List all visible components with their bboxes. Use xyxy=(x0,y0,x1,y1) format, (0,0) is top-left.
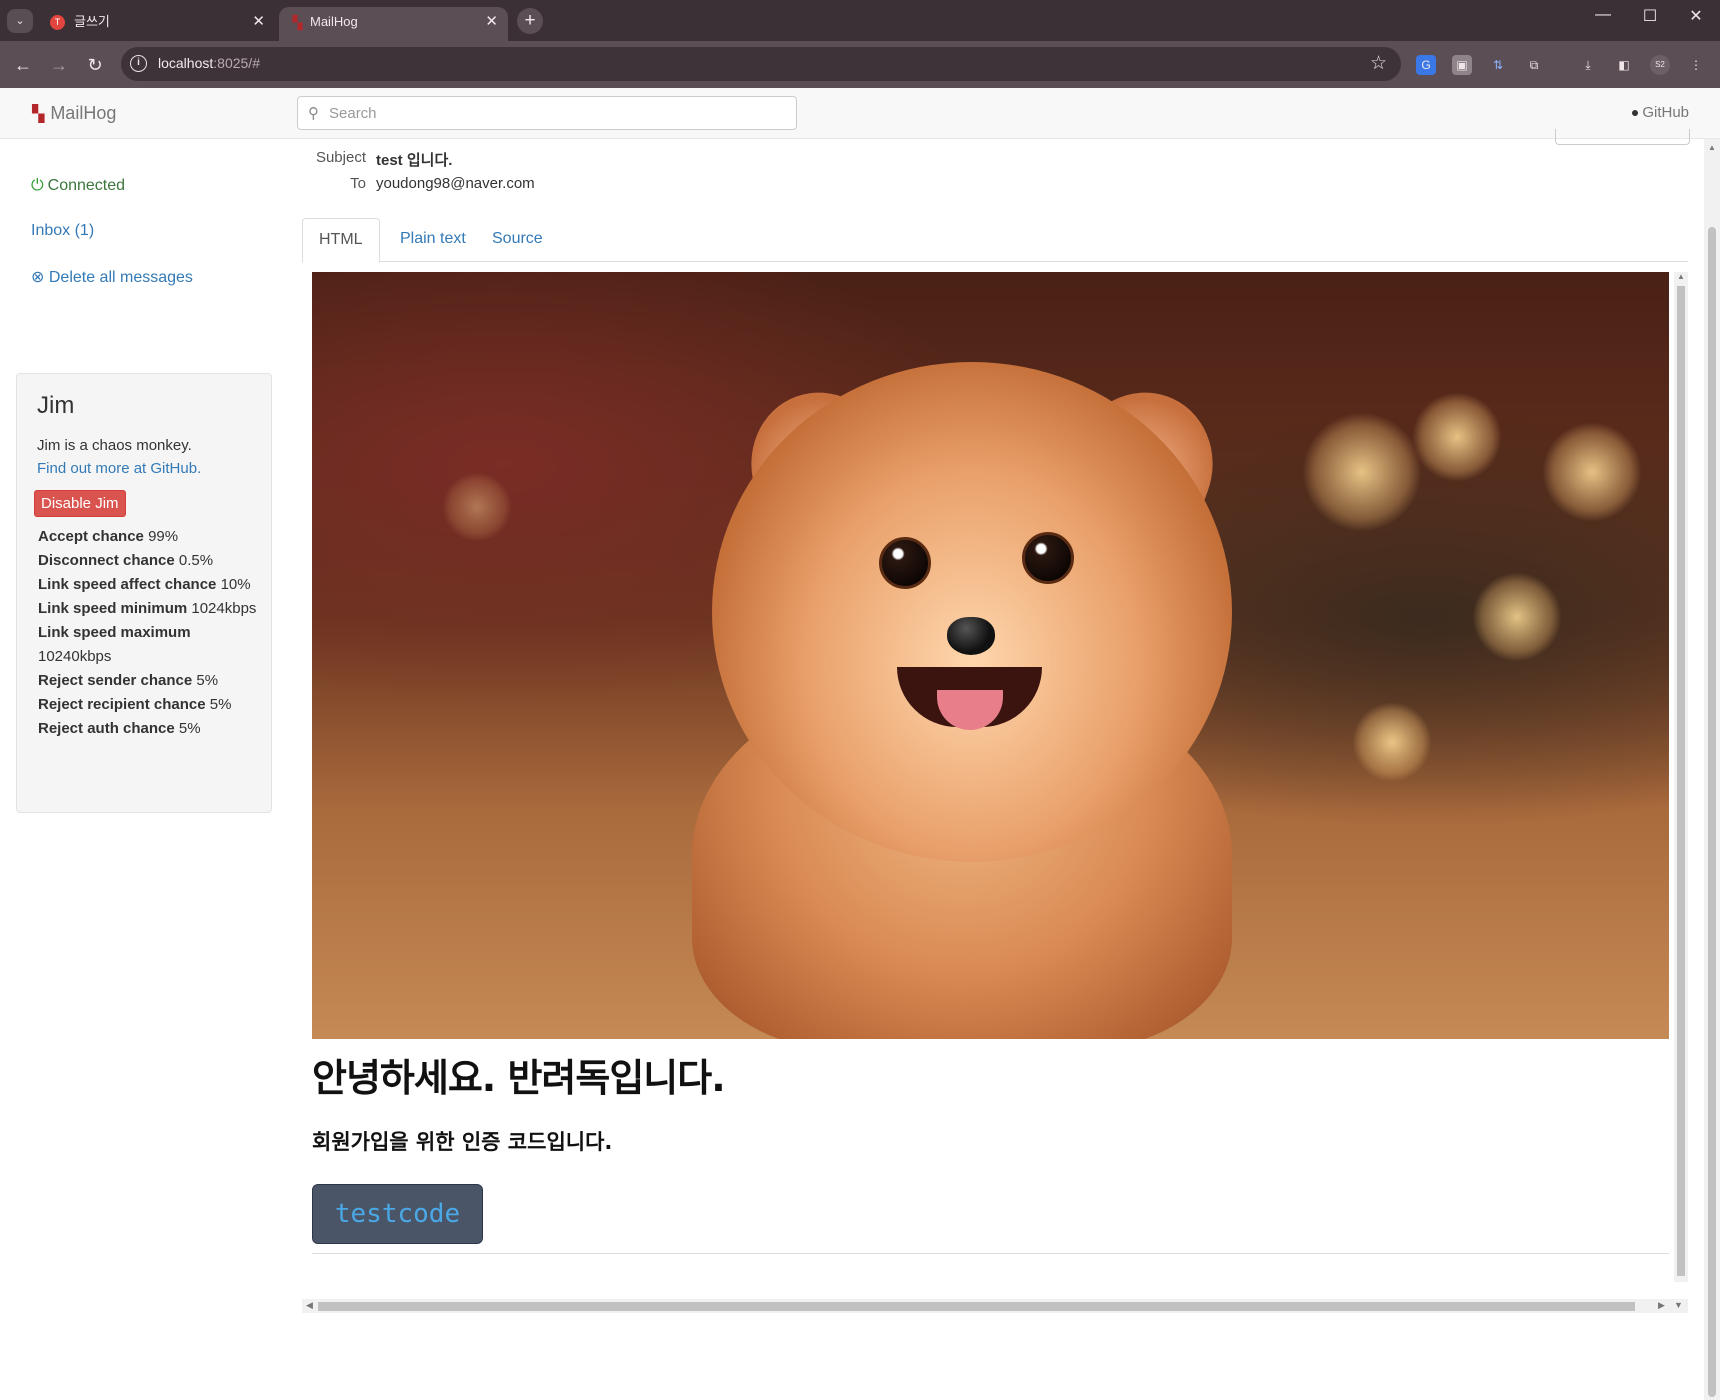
search-icon: ⚲ xyxy=(308,105,319,122)
url-text: localhost:8025/# xyxy=(158,55,260,71)
power-icon: ⏻ xyxy=(31,177,44,194)
email-heading: 안녕하세요. 반려독입니다. xyxy=(312,1056,726,1100)
puppy-image xyxy=(312,272,1669,1039)
window-close-icon[interactable]: ✕ xyxy=(1681,6,1711,26)
setting-reject-sender: Reject sender chance 5% xyxy=(38,672,219,689)
close-tab-icon[interactable]: ✕ xyxy=(485,7,498,37)
reload-icon[interactable]: ↻ xyxy=(82,52,108,78)
jim-panel: Jim Jim is a chaos monkey. Find out more… xyxy=(16,373,272,813)
tab-title: 글쓰기 xyxy=(74,14,110,29)
subject-value: test 입니다. xyxy=(376,152,453,169)
setting-link-speed-max: Link speed maximum 10240kbps xyxy=(38,624,191,665)
translate-extension-icon[interactable]: G xyxy=(1416,55,1436,75)
delete-circle-icon: ⊗ xyxy=(31,269,45,286)
browser-tab-mailhog[interactable]: ▚ MailHog ✕ xyxy=(279,7,508,41)
preview-vertical-scrollbar[interactable]: ▲ xyxy=(1674,272,1688,1282)
to-label: To xyxy=(350,175,366,192)
github-link[interactable]: ● GitHub xyxy=(1631,104,1689,121)
setting-link-speed-min: Link speed minimum 1024kbps xyxy=(38,600,257,617)
forward-arrow-icon[interactable]: → xyxy=(46,52,72,78)
email-subheading: 회원가입을 위한 인증 코드입니다. xyxy=(312,1130,613,1154)
html-preview-frame[interactable]: 안녕하세요. 반려독입니다. 회원가입을 위한 인증 코드입니다. testco… xyxy=(312,272,1684,1282)
browser-tab-bar: ⌄ T 글쓰기 ✕ ▚ MailHog ✕ + — ☐ ✕ xyxy=(0,0,1720,41)
jim-github-link[interactable]: Find out more at GitHub. xyxy=(37,460,201,477)
extensions-puzzle-icon[interactable]: ⧉ xyxy=(1524,55,1544,75)
tab-title: MailHog xyxy=(310,14,358,29)
download-icon[interactable]: ⤓ xyxy=(1578,55,1598,75)
message-tabs: HTML Plain text Source xyxy=(302,218,1688,263)
preview-scroll-thumb[interactable] xyxy=(1677,286,1685,1276)
side-panel-icon[interactable]: ◧ xyxy=(1614,55,1634,75)
github-icon: ● xyxy=(1630,104,1640,120)
close-tab-icon[interactable]: ✕ xyxy=(252,7,265,37)
setting-accept: Accept chance 99% xyxy=(38,528,179,545)
app-navbar: ▚ MailHog ⚲ Search ● GitHub xyxy=(0,88,1720,139)
to-value: youdong98@naver.com xyxy=(376,175,535,192)
disable-jim-button[interactable]: Disable Jim xyxy=(34,490,126,517)
mailhog-app: ▚ MailHog ⚲ Search ● GitHub ⏻ Connected Inb… xyxy=(0,88,1720,1400)
minimize-icon[interactable]: — xyxy=(1588,6,1618,24)
page-scroll-thumb[interactable] xyxy=(1708,227,1716,1397)
bookmark-star-icon[interactable]: ☆ xyxy=(1370,52,1387,75)
browser-toolbar: ← → ↻ i localhost:8025/# ☆ G ▣ ⇅ ⧉ ⤓ ◧ S… xyxy=(0,41,1720,88)
browser-tab-write[interactable]: T 글쓰기 ✕ xyxy=(39,7,275,41)
browser-menu-icon[interactable]: ⋮ xyxy=(1686,55,1706,75)
mailhog-favicon-icon: ▚ xyxy=(292,15,303,30)
preview-horizontal-scrollbar[interactable]: ◀ ▶ ▼ xyxy=(302,1299,1688,1313)
tab-html[interactable]: HTML xyxy=(302,218,380,263)
search-placeholder: Search xyxy=(329,105,377,122)
back-arrow-icon[interactable]: ← xyxy=(10,52,36,78)
verification-code-button[interactable]: testcode xyxy=(312,1184,483,1244)
subject-label: Subject xyxy=(315,149,366,166)
tab-plain-text[interactable]: Plain text xyxy=(384,218,482,262)
setting-link-speed-affect: Link speed affect chance 10% xyxy=(38,576,251,593)
extension-icon[interactable]: ▣ xyxy=(1452,55,1472,75)
connection-status: ⏻ Connected xyxy=(31,177,126,194)
search-input[interactable]: ⚲ Search xyxy=(297,96,797,130)
jim-description: Jim is a chaos monkey. xyxy=(37,437,192,454)
new-tab-button[interactable]: + xyxy=(517,8,543,34)
maximize-icon[interactable]: ☐ xyxy=(1635,6,1665,26)
site-info-icon[interactable]: i xyxy=(130,55,147,72)
jim-title: Jim xyxy=(37,392,75,419)
tistory-favicon-icon: T xyxy=(50,15,65,30)
inbox-link[interactable]: Inbox (1) xyxy=(31,222,94,240)
setting-reject-auth: Reject auth chance 5% xyxy=(38,720,201,737)
jim-settings: Accept chance 99% Disconnect chance 0.5%… xyxy=(38,525,263,741)
tab-source[interactable]: Source xyxy=(476,218,559,262)
setting-reject-recipient: Reject recipient chance 5% xyxy=(38,696,232,713)
message-actions-button[interactable] xyxy=(1555,129,1690,145)
brand-link[interactable]: ▚ MailHog xyxy=(32,103,116,124)
tab-search-button[interactable]: ⌄ xyxy=(7,9,33,33)
mailhog-pig-icon: ▚ xyxy=(32,106,45,123)
preview-hscroll-thumb[interactable] xyxy=(318,1302,1635,1311)
page-scrollbar[interactable]: ▲ xyxy=(1704,139,1720,1400)
profile-avatar[interactable]: S2 xyxy=(1650,55,1670,75)
address-bar[interactable]: i localhost:8025/# ☆ xyxy=(121,47,1401,81)
delete-all-link[interactable]: ⊗ Delete all messages xyxy=(31,267,193,287)
sync-extension-icon[interactable]: ⇅ xyxy=(1488,55,1508,75)
setting-disconnect: Disconnect chance 0.5% xyxy=(38,552,214,569)
email-divider xyxy=(312,1253,1669,1254)
